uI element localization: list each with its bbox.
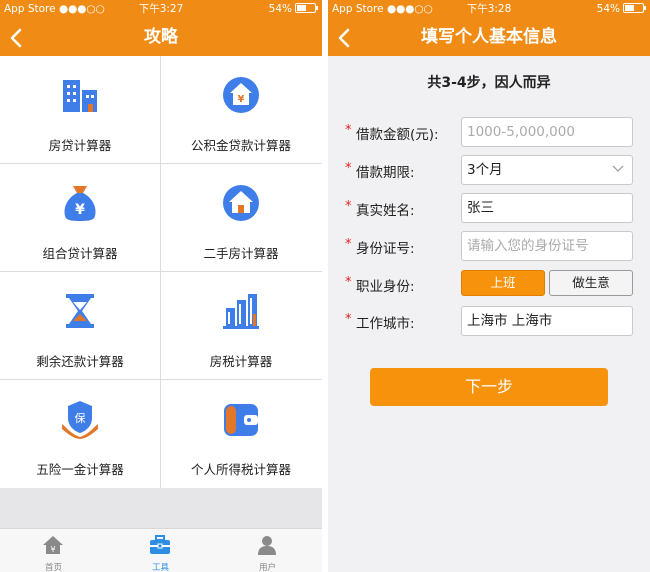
svg-text:¥: ¥ xyxy=(50,545,55,554)
second-hand-house-icon xyxy=(223,185,259,221)
required-marker: * xyxy=(345,161,352,176)
tool-housing-fund-calculator[interactable]: ¥ 公积金贷款计算器 xyxy=(161,56,321,163)
required-marker: * xyxy=(345,312,352,327)
wallet-icon xyxy=(224,404,258,436)
battery-icon xyxy=(295,3,318,13)
home-icon: ¥ xyxy=(43,536,63,554)
field-label: 借款期限: xyxy=(356,165,415,181)
tools-screen: App Store ●●●○○ 下午3:27 54% 攻略 房贷计算器 ¥ 公积… xyxy=(0,0,322,572)
loan-amount-row: * 借款金额(元): 1000-5,000,000 xyxy=(328,117,650,147)
required-marker: * xyxy=(345,275,352,290)
select-value: 3个月 xyxy=(467,162,503,178)
status-bar: App Store ●●●○○ 下午3:28 54% xyxy=(328,0,650,18)
hourglass-icon xyxy=(66,294,94,328)
loan-term-select[interactable]: 3个月 xyxy=(461,155,633,185)
tool-property-tax-calculator[interactable]: 房税计算器 xyxy=(161,272,321,379)
step-hint: 共3-4步，因人而异 xyxy=(427,75,551,91)
tab-home[interactable]: ¥ 首页 xyxy=(0,529,107,572)
insurance-shield-icon: 保 xyxy=(62,401,98,439)
tool-label: 房贷计算器 xyxy=(48,138,112,153)
tool-income-tax-calculator[interactable]: 个人所得税计算器 xyxy=(161,380,321,487)
page-title: 攻略 xyxy=(144,27,178,47)
required-marker: * xyxy=(345,237,352,252)
field-label: 职业身份: xyxy=(356,279,415,295)
field-label: 真实姓名: xyxy=(356,203,415,219)
tax-building-icon xyxy=(223,294,259,329)
house-fund-icon: ¥ xyxy=(223,77,259,113)
loan-amount-input[interactable]: 1000-5,000,000 xyxy=(461,117,633,147)
battery-percent: 54% xyxy=(596,3,620,15)
calculator-grid: 房贷计算器 ¥ 公积金贷款计算器 ¥ 组合贷计算器 二手房计算器 剩余还款计算器… xyxy=(0,56,322,488)
tool-social-insurance-calculator[interactable]: 保 五险一金计算器 xyxy=(0,380,160,487)
field-label: 借款金额(元): xyxy=(356,127,439,143)
buildings-icon xyxy=(63,80,97,112)
id-number-input[interactable]: 请输入您的身份证号 xyxy=(461,231,633,261)
tool-remaining-repayment-calculator[interactable]: 剩余还款计算器 xyxy=(0,272,160,379)
field-label: 身份证号: xyxy=(356,241,415,257)
tool-label: 剩余还款计算器 xyxy=(36,354,124,369)
required-marker: * xyxy=(345,199,352,214)
battery-status: 54% xyxy=(596,0,646,18)
nav-bar: 攻略 xyxy=(0,18,322,56)
tab-label: 工具 xyxy=(151,563,169,572)
money-bag-icon: ¥ xyxy=(64,186,96,221)
personal-info-screen: App Store ●●●○○ 下午3:28 54% 填写个人基本信息 共3-4… xyxy=(328,0,650,572)
tab-bar: ¥ 首页 工具 用户 xyxy=(0,528,322,572)
battery-percent: 54% xyxy=(268,3,292,15)
tool-mortgage-calculator[interactable]: 房贷计算器 xyxy=(0,56,160,163)
tool-second-hand-house-calculator[interactable]: 二手房计算器 xyxy=(161,164,321,271)
status-bar: App Store ●●●○○ 下午3:27 54% xyxy=(0,0,322,18)
tab-user[interactable]: 用户 xyxy=(214,529,321,572)
nav-bar: 填写个人基本信息 xyxy=(328,18,650,56)
toolbox-icon xyxy=(150,535,170,554)
tool-label: 房税计算器 xyxy=(209,354,273,369)
tool-label: 个人所得税计算器 xyxy=(190,462,291,477)
chevron-down-icon xyxy=(612,165,624,172)
empty-area xyxy=(0,488,322,528)
svg-text:¥: ¥ xyxy=(238,94,245,105)
required-marker: * xyxy=(345,123,352,138)
tool-combined-loan-calculator[interactable]: ¥ 组合贷计算器 xyxy=(0,164,160,271)
occupation-business-button[interactable]: 做生意 xyxy=(549,270,633,296)
tab-tools[interactable]: 工具 xyxy=(107,529,214,572)
occupation-employed-button[interactable]: 上班 xyxy=(461,270,545,296)
field-label: 工作城市: xyxy=(356,316,415,332)
loan-term-row: * 借款期限: 3个月 xyxy=(328,155,650,185)
tool-label: 公积金贷款计算器 xyxy=(190,138,291,153)
real-name-row: * 真实姓名: 张三 xyxy=(328,193,650,223)
page-title: 填写个人基本信息 xyxy=(421,27,557,47)
battery-status: 54% xyxy=(268,0,318,18)
real-name-input[interactable]: 张三 xyxy=(461,193,633,223)
tool-label: 组合贷计算器 xyxy=(42,246,118,261)
user-icon xyxy=(258,536,276,555)
id-number-row: * 身份证号: 请输入您的身份证号 xyxy=(328,231,650,261)
tab-label: 用户 xyxy=(258,563,276,572)
svg-text:保: 保 xyxy=(75,411,86,425)
battery-icon xyxy=(623,3,646,13)
next-step-button[interactable]: 下一步 xyxy=(370,368,608,406)
work-city-input[interactable]: 上海市 上海市 xyxy=(461,306,633,336)
work-city-row: * 工作城市: 上海市 上海市 xyxy=(328,306,650,336)
tab-label: 首页 xyxy=(44,563,62,572)
svg-text:¥: ¥ xyxy=(75,202,85,218)
tool-label: 二手房计算器 xyxy=(203,246,279,261)
tool-label: 五险一金计算器 xyxy=(36,462,124,477)
occupation-row: * 职业身份: 上班 做生意 xyxy=(328,269,650,299)
